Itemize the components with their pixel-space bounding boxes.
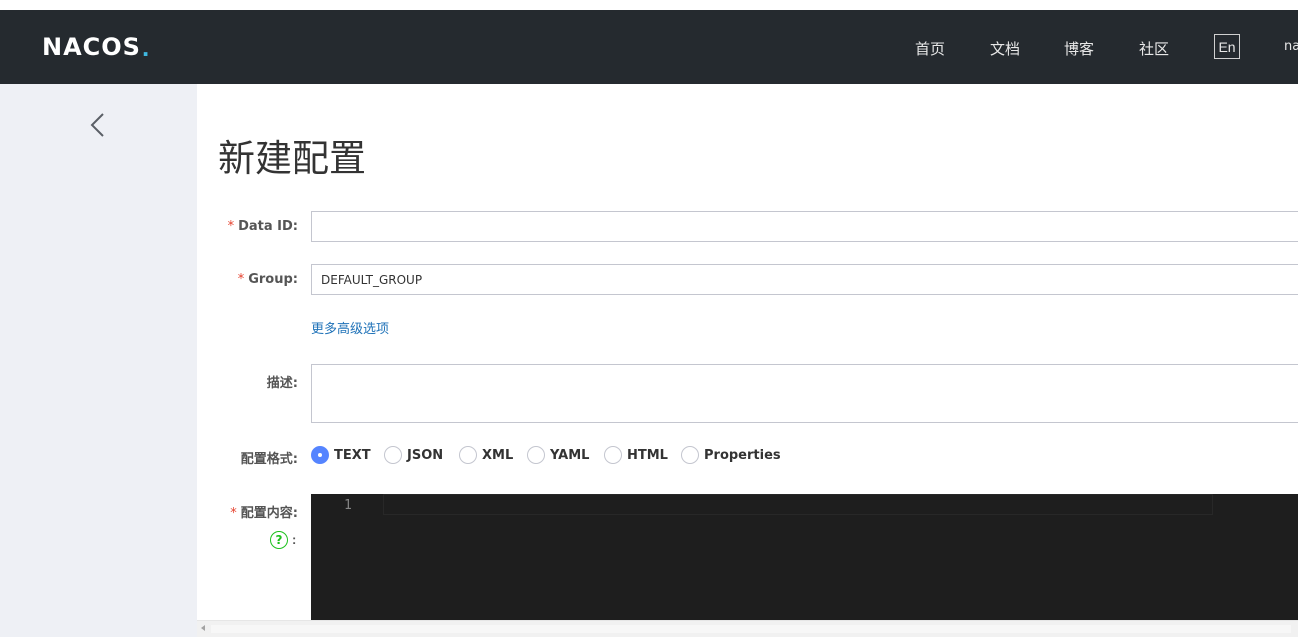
description-label: 描述: (266, 376, 298, 391)
radio-unchecked-icon (527, 446, 545, 464)
group-input[interactable]: DEFAULT_GROUP (311, 264, 1298, 295)
required-mark: * (237, 272, 245, 287)
description-textarea[interactable] (311, 364, 1298, 423)
data-id-label: * Data ID: (227, 219, 298, 234)
back-arrow-icon[interactable] (88, 111, 110, 139)
help-colon: : (292, 532, 297, 547)
code-editor[interactable]: 1 (311, 494, 1298, 621)
help-question-icon[interactable]: ? (270, 531, 288, 549)
nav-item-docs[interactable]: 文档 (990, 38, 1020, 59)
nav-item-home[interactable]: 首页 (915, 38, 945, 59)
scroll-left-arrow-icon[interactable] (201, 625, 205, 631)
logo-text: NACOS (42, 33, 141, 61)
format-radio-xml[interactable]: XML (459, 446, 513, 464)
user-name-truncated[interactable]: na (1284, 39, 1298, 54)
horizontal-scrollbar[interactable] (197, 620, 1298, 637)
radio-unchecked-icon (384, 446, 402, 464)
line-number: 1 (344, 498, 352, 513)
radio-unchecked-icon (459, 446, 477, 464)
format-radio-text[interactable]: TEXT (311, 446, 371, 464)
scrollbar-thumb[interactable] (211, 625, 1291, 633)
top-strip (0, 0, 1298, 10)
required-mark: * (227, 219, 235, 234)
nav-item-community[interactable]: 社区 (1139, 38, 1169, 59)
nav-item-blog[interactable]: 博客 (1064, 38, 1094, 59)
format-label: 配置格式: (240, 452, 298, 467)
logo-dot: . (141, 31, 150, 62)
required-mark: * (230, 506, 237, 521)
radio-unchecked-icon (681, 446, 699, 464)
current-line-highlight (383, 494, 1213, 515)
content-label: * 配置内容: (230, 506, 298, 521)
format-radio-html[interactable]: HTML (604, 446, 668, 464)
page-title: 新建配置 (218, 137, 366, 180)
radio-unchecked-icon (604, 446, 622, 464)
format-radio-json[interactable]: JSON (384, 446, 443, 464)
top-header: NACOS. 首页 文档 博客 社区 En na (0, 10, 1298, 84)
radio-checked-icon (311, 446, 329, 464)
sidebar (0, 84, 197, 637)
data-id-input[interactable] (311, 211, 1298, 242)
format-radio-properties[interactable]: Properties (681, 446, 781, 464)
format-radio-yaml[interactable]: YAML (527, 446, 589, 464)
advanced-options-link[interactable]: 更多高级选项 (311, 318, 389, 337)
nacos-logo[interactable]: NACOS. (42, 31, 150, 62)
group-label: * Group: (237, 272, 298, 287)
language-toggle-button[interactable]: En (1214, 34, 1240, 59)
